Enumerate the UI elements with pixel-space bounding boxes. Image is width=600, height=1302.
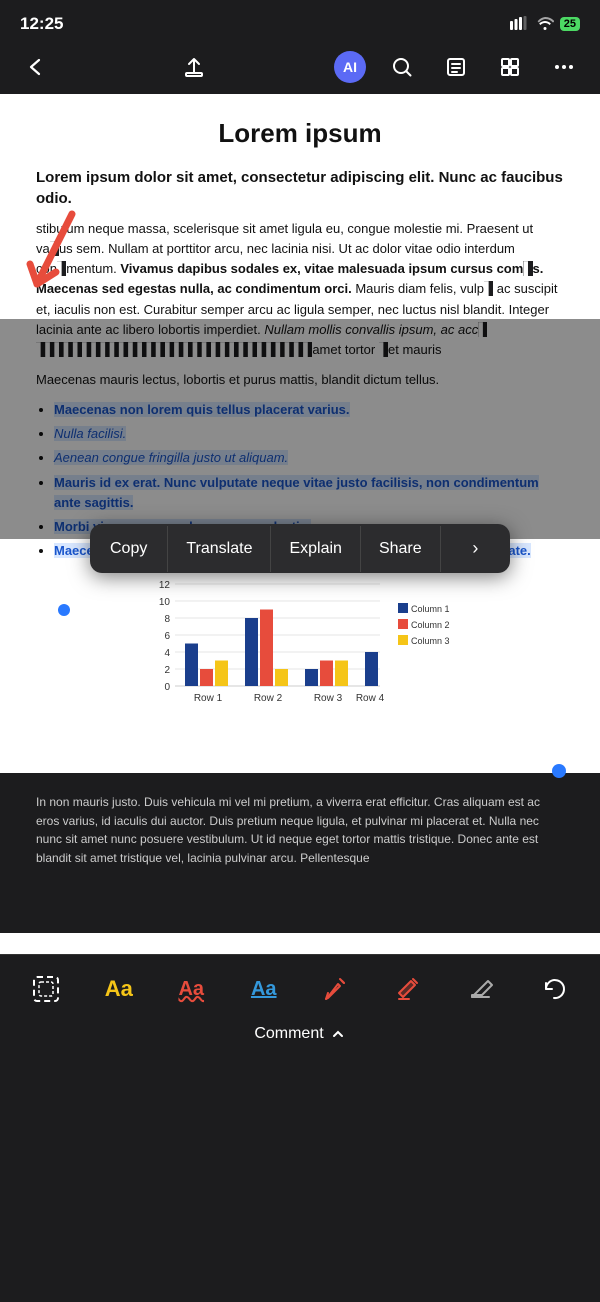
- bullet-4-text: Mauris id ex erat. Nunc vulputate neque …: [54, 475, 539, 510]
- battery-level: 25: [560, 17, 580, 31]
- selection-box-icon: [33, 976, 59, 1002]
- undo-tool[interactable]: [532, 967, 576, 1011]
- back-button[interactable]: [18, 56, 54, 78]
- status-bar: 12:25 25: [0, 0, 600, 44]
- dark-body-text: In non mauris justo. Duis vehicula mi ve…: [36, 793, 564, 867]
- dark-section: In non mauris justo. Duis vehicula mi ve…: [0, 773, 600, 933]
- search-button[interactable]: [384, 56, 420, 78]
- context-share[interactable]: Share: [361, 526, 441, 572]
- svg-text:Row 2: Row 2: [254, 693, 283, 704]
- document-area: Copy Translate Explain Share › Lorem ips…: [0, 94, 600, 954]
- grid-button[interactable]: [492, 56, 528, 78]
- highlighter-icon: [395, 975, 423, 1003]
- toolbar-icons-right: AI: [334, 51, 582, 83]
- doc-body-1: stibulum neque massa, scelerisque sit am…: [36, 219, 564, 360]
- svg-text:2: 2: [164, 665, 170, 676]
- list-item: Maecenas non lorem quis tellus placerat …: [54, 400, 564, 420]
- comment-chevron-icon: [330, 1026, 346, 1042]
- bullet-2-text: Nulla facilisi.: [54, 426, 126, 441]
- svg-text:8: 8: [164, 614, 170, 625]
- chart-svg: 12 10 8 6 4 2 0: [150, 573, 450, 743]
- font-tools-row: Aa Aa Aa: [10, 963, 590, 1019]
- svg-text:10: 10: [159, 597, 171, 608]
- svg-text:0: 0: [164, 682, 170, 693]
- font-yellow-label: Aa: [105, 976, 133, 1002]
- undo-icon: [540, 975, 568, 1003]
- svg-text:Column 2: Column 2: [411, 620, 450, 630]
- doc-content: Lorem ipsum Lorem ipsum dolor sit amet, …: [0, 94, 600, 773]
- list-button[interactable]: [438, 56, 474, 78]
- signal-icon: [510, 16, 530, 33]
- svg-text:Column 3: Column 3: [411, 636, 450, 646]
- svg-text:6: 6: [164, 631, 170, 642]
- comment-bar[interactable]: Comment: [10, 1019, 590, 1053]
- context-explain[interactable]: Explain: [271, 526, 360, 572]
- chart-container: 12 10 8 6 4 2 0: [150, 573, 450, 743]
- highlighter-tool[interactable]: [387, 967, 431, 1011]
- font-style-red[interactable]: Aa: [169, 967, 213, 1011]
- font-blue-label: Aa: [251, 978, 277, 1001]
- svg-text:Row 1: Row 1: [194, 693, 223, 704]
- list-item: Mauris id ex erat. Nunc vulputate neque …: [54, 473, 564, 513]
- svg-text:12: 12: [159, 580, 171, 591]
- font-style-yellow[interactable]: Aa: [97, 967, 141, 1011]
- bottom-toolbar: Aa Aa Aa: [0, 954, 600, 1057]
- bullet-1-text: Maecenas non lorem quis tellus placerat …: [54, 402, 350, 417]
- context-menu: Copy Translate Explain Share ›: [90, 524, 510, 573]
- svg-text:Row 4: Row 4: [356, 693, 385, 704]
- pen-icon: [322, 975, 350, 1003]
- comment-label: Comment: [254, 1025, 323, 1043]
- selection-tool[interactable]: [24, 967, 68, 1011]
- svg-text:4: 4: [164, 648, 170, 659]
- status-icons: 25: [510, 16, 580, 33]
- status-time: 12:25: [20, 14, 63, 34]
- doc-title: Lorem ipsum: [36, 118, 564, 149]
- list-item: Aenean congue fringilla justo ut aliquam…: [54, 448, 564, 468]
- eraser-tool[interactable]: [459, 967, 503, 1011]
- context-more[interactable]: ›: [441, 524, 510, 573]
- toolbar-top: AI: [0, 44, 600, 94]
- more-button[interactable]: [546, 56, 582, 78]
- wifi-icon: [536, 16, 554, 33]
- svg-text:Column 1: Column 1: [411, 604, 450, 614]
- svg-text:Row 3: Row 3: [314, 693, 343, 704]
- font-style-blue[interactable]: Aa: [242, 967, 286, 1011]
- list-item: Nulla facilisi.: [54, 424, 564, 444]
- context-translate[interactable]: Translate: [168, 526, 271, 572]
- selection-handle-left[interactable]: [58, 604, 70, 616]
- doc-body-2: Maecenas mauris lectus, lobortis et puru…: [36, 370, 564, 390]
- share-button[interactable]: [176, 56, 212, 78]
- selection-handle-right[interactable]: [552, 764, 566, 778]
- font-red-label: Aa: [178, 978, 204, 1001]
- bullet-3-text: Aenean congue fringilla justo ut aliquam…: [54, 450, 288, 465]
- eraser-icon: [467, 975, 495, 1003]
- doc-heading: Lorem ipsum dolor sit amet, consectetur …: [36, 167, 564, 209]
- pen-tool[interactable]: [314, 967, 358, 1011]
- ai-button[interactable]: AI: [334, 51, 366, 83]
- context-copy[interactable]: Copy: [90, 526, 168, 572]
